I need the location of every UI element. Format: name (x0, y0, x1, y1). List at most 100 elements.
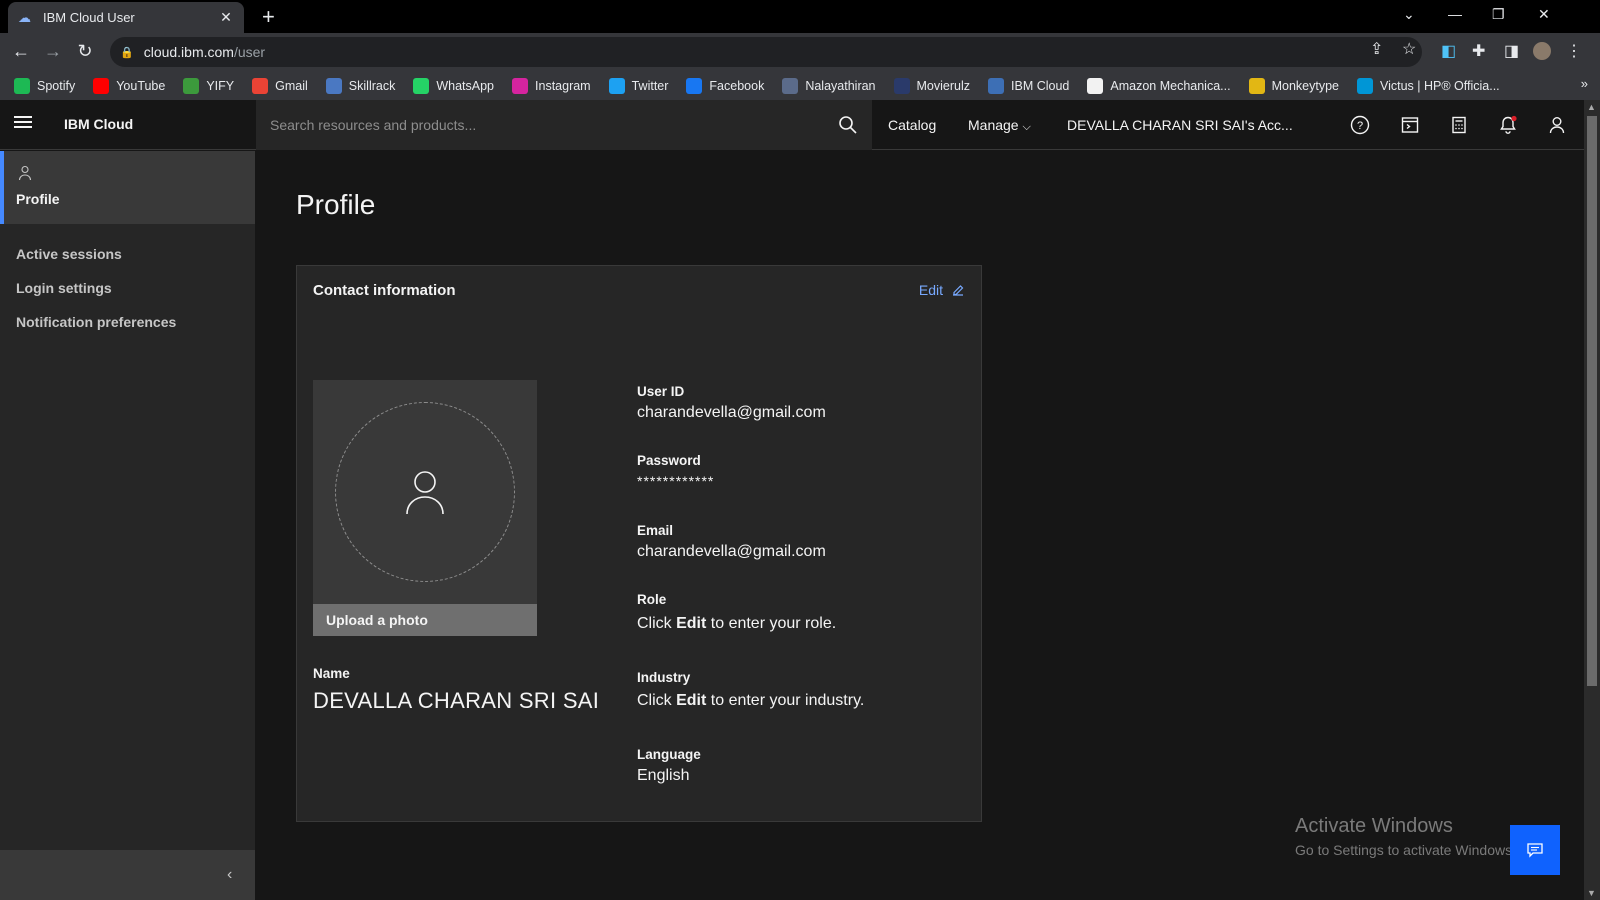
sidebar-item-login-settings[interactable]: Login settings (16, 280, 112, 296)
reload-icon[interactable]: ↻ (74, 41, 96, 62)
forward-icon[interactable]: → (42, 41, 64, 62)
skillrack-icon (325, 77, 342, 94)
bookmark-item[interactable]: Spotify (14, 77, 75, 94)
nalayathiran-icon (782, 77, 799, 94)
profile-photo: Upload a photo (313, 380, 537, 636)
manage-menu[interactable]: Manage ⌵ (968, 117, 1031, 134)
bookmark-label: Twitter (631, 78, 669, 93)
extensions-icon[interactable]: ✚ (1472, 41, 1485, 61)
edit-pencil-icon (953, 285, 964, 296)
side-panel-icon[interactable]: ◨ (1504, 41, 1519, 61)
chevron-down-icon: ⌵ (1022, 121, 1031, 133)
bookmark-item[interactable]: Amazon Mechanica... (1087, 77, 1231, 94)
help-icon[interactable]: ? (1350, 115, 1370, 135)
restore-icon[interactable]: ❐ (1492, 6, 1505, 23)
tab-search-icon[interactable]: ⌄ (1403, 6, 1415, 23)
minimize-icon[interactable]: — (1448, 6, 1462, 22)
page-scrollbar[interactable]: ▲ ▼ (1584, 100, 1600, 900)
bookmark-item[interactable]: YouTube (93, 77, 165, 94)
bookmark-item[interactable]: Monkeytype (1248, 77, 1339, 94)
bookmark-item[interactable]: Nalayathiran (782, 77, 876, 94)
language-label: Language (637, 747, 701, 762)
chat-feedback-button[interactable] (1510, 825, 1560, 875)
password-value: ************ (637, 473, 715, 489)
bookmark-item[interactable]: YIFY (183, 77, 235, 94)
role-value: Click Edit to enter your role. (637, 615, 836, 633)
language-value: English (637, 767, 690, 784)
account-switcher[interactable]: DEVALLA CHARAN SRI SAI's Acc... (1067, 117, 1293, 133)
windows-activation-watermark: Activate Windows Go to Settings to activ… (1295, 815, 1516, 858)
hp-icon (1356, 77, 1373, 94)
scroll-down-icon[interactable]: ▼ (1587, 888, 1596, 898)
user-icon (18, 165, 32, 181)
bookmark-label: Nalayathiran (805, 78, 876, 93)
bookmarks-bar: Spotify YouTube YIFY Gmail Skillrack WhatsApp… (0, 71, 1600, 100)
bookmark-star-icon[interactable]: ☆ (1402, 39, 1416, 59)
bookmark-label: Amazon Mechanica... (1110, 78, 1231, 93)
upload-photo-button[interactable]: Upload a photo (313, 604, 537, 636)
watermark-line-2: Go to Settings to activate Windows. (1295, 842, 1516, 858)
more-bookmarks-icon[interactable]: » (1581, 76, 1588, 91)
ibm-cloud-icon (988, 77, 1005, 94)
bookmark-label: YIFY (206, 78, 235, 93)
bookmark-item[interactable]: WhatsApp (413, 77, 494, 94)
edit-button[interactable]: Edit (919, 282, 965, 298)
sidebar-item-active-sessions[interactable]: Active sessions (16, 246, 122, 262)
catalog-link[interactable]: Catalog (888, 117, 936, 133)
translate-extension-icon[interactable]: ◧ (1441, 41, 1456, 61)
bookmark-label: Skillrack (348, 78, 396, 93)
search-icon[interactable] (838, 115, 858, 135)
bookmark-item[interactable]: Facebook (686, 77, 764, 94)
bookmark-item[interactable]: Skillrack (325, 77, 396, 94)
search-input[interactable] (270, 117, 830, 133)
watermark-line-1: Activate Windows (1295, 815, 1453, 837)
bookmark-item[interactable]: Instagram (512, 77, 591, 94)
profile-avatar-icon[interactable] (1533, 42, 1551, 60)
hamburger-menu-icon[interactable] (14, 116, 32, 130)
page-title: Profile (296, 189, 376, 220)
close-tab-icon[interactable]: ✕ (218, 9, 234, 26)
ibm-cloud-favicon-icon: ☁ (18, 9, 31, 25)
bookmark-label: IBM Cloud (1011, 78, 1070, 93)
user-avatar-icon (406, 471, 444, 515)
sidebar-item-profile[interactable]: Profile (0, 151, 255, 224)
twitter-icon (608, 77, 625, 94)
cost-estimator-icon[interactable] (1449, 115, 1469, 135)
bookmark-label: Victus | HP® Officia... (1379, 78, 1500, 93)
name-value: DEVALLA CHARAN SRI SAI (313, 688, 600, 713)
role-label: Role (637, 592, 667, 607)
sidebar-item-notification-preferences[interactable]: Notification preferences (16, 314, 176, 330)
movierulz-icon (893, 77, 910, 94)
sidebar: Profile Active sessions Login settings N… (0, 151, 255, 900)
user-id-label: User ID (637, 384, 685, 399)
sidebar-item-label: Profile (16, 191, 60, 207)
facebook-icon (686, 77, 703, 94)
industry-prefix: Click (637, 692, 677, 709)
bookmark-item[interactable]: Twitter (608, 77, 669, 94)
role-suffix: to enter your role. (706, 615, 837, 632)
new-tab-icon[interactable]: + (262, 4, 275, 30)
bookmark-item[interactable]: Movierulz (893, 77, 970, 94)
bookmark-item[interactable]: Victus | HP® Officia... (1356, 77, 1500, 94)
scrollbar-thumb[interactable] (1587, 116, 1597, 686)
cloud-shell-icon[interactable] (1400, 115, 1420, 135)
user-profile-icon[interactable] (1547, 115, 1567, 135)
back-icon[interactable]: ← (10, 41, 32, 62)
bookmark-item[interactable]: IBM Cloud (988, 77, 1070, 94)
browser-tab[interactable]: ☁ IBM Cloud User ✕ (8, 2, 244, 33)
edit-label: Edit (918, 282, 943, 298)
bookmark-item[interactable]: Gmail (252, 77, 308, 94)
lock-icon: 🔒 (120, 46, 134, 59)
tab-bar: ☁ IBM Cloud User ✕ + ⌄ — ❐ ✕ (0, 0, 1600, 33)
share-icon[interactable]: ⇪ (1370, 39, 1383, 59)
address-bar[interactable]: 🔒 cloud.ibm.com/user (110, 37, 1422, 67)
notifications-icon[interactable] (1498, 115, 1518, 135)
yify-icon (183, 77, 200, 94)
brand-name[interactable]: IBM Cloud (64, 116, 133, 132)
spotify-icon (14, 77, 30, 94)
address-row: ← → ↻ 🔒 cloud.ibm.com/user ⇪ ☆ ◧ ✚ ◨ ⋮ (0, 33, 1600, 71)
close-window-icon[interactable]: ✕ (1538, 6, 1550, 23)
scroll-up-icon[interactable]: ▲ (1587, 102, 1596, 112)
menu-kebab-icon[interactable]: ⋮ (1566, 41, 1582, 61)
sidebar-collapse-button[interactable]: ‹ (0, 850, 255, 900)
